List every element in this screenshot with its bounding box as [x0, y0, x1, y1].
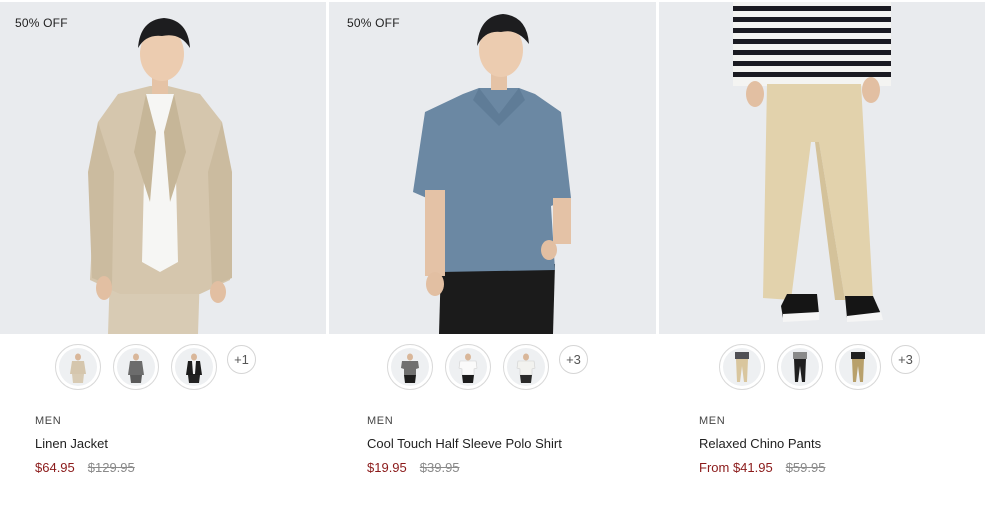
black-jacket-swatch-icon [186, 353, 202, 383]
original-price: $129.95 [87, 460, 135, 475]
product-name[interactable]: Cool Touch Half Sleeve Polo Shirt [367, 436, 562, 451]
grey-polo-swatch-icon [401, 353, 419, 383]
color-swatch-light[interactable] [503, 344, 549, 390]
model-chino-illustration [733, 2, 891, 322]
discount-badge: 50% OFF [347, 16, 400, 30]
beige-jacket-swatch-icon [70, 353, 86, 383]
product-image[interactable]: 50% OFF [329, 2, 656, 334]
product-category: MEN [699, 415, 726, 427]
color-swatches: +3 [387, 344, 588, 390]
product-card-chino-pants: +3 MEN Relaxed Chino Pants From $41.95 $… [659, 0, 985, 518]
more-colors-button[interactable]: +3 [891, 344, 920, 374]
beige-chino-swatch-icon [735, 352, 749, 382]
black-chino-swatch-icon [793, 352, 807, 382]
light-polo-swatch-icon [516, 353, 536, 383]
khaki-chino-swatch-icon [851, 352, 865, 382]
color-swatches: +1 [55, 344, 256, 390]
color-swatch-black[interactable] [171, 344, 217, 390]
product-category: MEN [35, 415, 62, 427]
color-swatch-khaki[interactable] [835, 344, 881, 390]
discount-badge: 50% OFF [15, 16, 68, 30]
color-swatch-beige[interactable] [719, 344, 765, 390]
original-price: $39.95 [419, 460, 460, 475]
model-polo-illustration [413, 14, 571, 334]
sale-price: $19.95 [367, 460, 407, 475]
sale-price: From $41.95 [699, 460, 773, 475]
white-polo-swatch-icon [458, 353, 478, 383]
product-prices: $19.95 $39.95 [367, 460, 460, 475]
color-swatches: +3 [719, 344, 920, 390]
sale-price: $64.95 [35, 460, 75, 475]
color-swatch-beige[interactable] [55, 344, 101, 390]
color-swatch-grey[interactable] [113, 344, 159, 390]
product-prices: From $41.95 $59.95 [699, 460, 825, 475]
color-swatch-grey[interactable] [387, 344, 433, 390]
color-swatch-white[interactable] [445, 344, 491, 390]
product-card-polo-shirt: 50% OFF +3 MEN Cool Touch Half Sleeve Po… [329, 0, 659, 518]
color-swatch-black[interactable] [777, 344, 823, 390]
more-colors-button[interactable]: +3 [559, 344, 588, 374]
product-name[interactable]: Linen Jacket [35, 436, 108, 451]
product-image[interactable] [659, 2, 985, 334]
grey-jacket-swatch-icon [128, 353, 144, 383]
more-colors-button[interactable]: +1 [227, 344, 256, 374]
product-name[interactable]: Relaxed Chino Pants [699, 436, 821, 451]
original-price: $59.95 [785, 460, 826, 475]
product-category: MEN [367, 415, 394, 427]
product-image[interactable]: 50% OFF [0, 2, 326, 334]
product-card-linen-jacket: 50% OFF +1 MEN Linen Jacket $64.95 $129.… [0, 0, 329, 518]
model-jacket-illustration [88, 18, 232, 334]
product-prices: $64.95 $129.95 [35, 460, 135, 475]
product-grid: 50% OFF +1 MEN Linen Jacket $64.95 $129.… [0, 0, 985, 518]
